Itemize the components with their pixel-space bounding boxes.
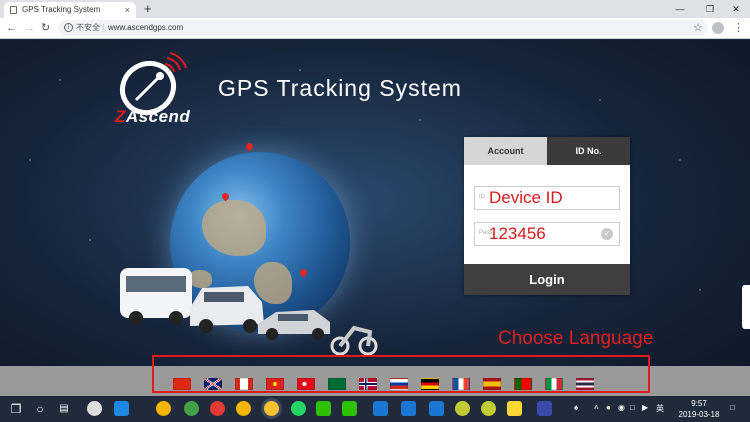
norway-flag[interactable]	[359, 378, 377, 390]
germany-flag[interactable]	[421, 378, 439, 390]
weibo-icon[interactable]	[210, 401, 225, 416]
notifications-icon[interactable]: □	[730, 403, 735, 412]
browser-tab-bar: GPS Tracking System × + — ❐ ✕	[0, 0, 750, 18]
password-input[interactable]: Pass 123456 ✓	[474, 222, 620, 246]
side-panel-tab[interactable]	[742, 285, 750, 329]
url-separator: |	[102, 23, 105, 32]
close-window-button[interactable]: ✕	[722, 0, 750, 18]
wechat-icon[interactable]	[342, 401, 357, 416]
forward-icon[interactable]: →	[24, 20, 35, 36]
restore-button[interactable]: ❐	[696, 0, 724, 18]
thailand-flag[interactable]	[576, 378, 594, 390]
app-icon[interactable]	[401, 401, 416, 416]
italy-flag[interactable]	[545, 378, 563, 390]
login-page: ZAscend GPS Tracking System Account ID N…	[0, 40, 750, 396]
display-icon[interactable]: □	[630, 403, 635, 412]
app-icon[interactable]	[429, 401, 444, 416]
windows-start-icon[interactable]: ❐	[4, 396, 28, 422]
insecure-label: 不安全	[76, 23, 100, 32]
new-tab-button[interactable]: +	[144, 1, 152, 17]
page-icon	[10, 6, 17, 14]
tray-chevron-icon[interactable]: ˄	[594, 403, 599, 412]
browser-menu-icon[interactable]: ⋮	[733, 20, 744, 36]
whatsapp-icon[interactable]	[291, 401, 306, 416]
china-flag[interactable]	[173, 378, 191, 390]
russia-flag[interactable]	[390, 378, 408, 390]
tab-close-icon[interactable]: ×	[125, 2, 130, 18]
device-id-input[interactable]: ID Device ID	[474, 186, 620, 210]
browser-app-icon[interactable]	[184, 401, 199, 416]
turkey-flag[interactable]	[297, 378, 315, 390]
device-id-placeholder: ID	[479, 194, 485, 200]
brand-logo-text: ZAscend	[115, 107, 191, 126]
volume-icon[interactable]: ▶	[642, 403, 648, 412]
app-icon[interactable]	[455, 401, 470, 416]
task-view-icon[interactable]: ▤	[52, 396, 76, 422]
device-id-annotation: Device ID	[489, 188, 563, 207]
folder-icon[interactable]	[507, 401, 522, 416]
france-flag[interactable]	[452, 378, 470, 390]
page-title: GPS Tracking System	[218, 75, 462, 101]
app-icon[interactable]	[373, 401, 388, 416]
password-annotation: 123456	[489, 224, 546, 243]
tab-title: GPS Tracking System	[22, 5, 101, 14]
search-icon[interactable]: ○	[28, 396, 52, 422]
url-field[interactable]: i 不安全 | www.ascendgps.com	[58, 20, 708, 36]
url-text[interactable]: www.ascendgps.com	[108, 20, 183, 36]
wechat-icon[interactable]	[316, 401, 331, 416]
profile-avatar[interactable]	[712, 22, 724, 34]
browser-tab[interactable]: GPS Tracking System ×	[4, 2, 136, 18]
minimize-button[interactable]: —	[666, 0, 694, 18]
login-button[interactable]: Login	[464, 264, 630, 295]
bookmark-star-icon[interactable]: ☆	[693, 20, 703, 36]
chrome-icon[interactable]	[156, 401, 171, 416]
canada-flag[interactable]	[235, 378, 253, 390]
vehicles-illustration	[120, 268, 378, 356]
info-icon[interactable]: i	[64, 23, 73, 32]
app-icon[interactable]	[87, 401, 102, 416]
vietnam-flag[interactable]	[266, 378, 284, 390]
ime-indicator[interactable]: 英	[656, 403, 664, 414]
clock-time: 9:57	[691, 399, 707, 408]
windows-taskbar: ❐ ○ ▤ ♠ ˄ ● ◉ □ ▶ 英 9:57 2019-03-18 □	[0, 396, 750, 422]
wifi-icon[interactable]: ◉	[618, 403, 625, 412]
clock-date: 2019-03-18	[678, 410, 720, 419]
chrome-active-icon[interactable]	[264, 401, 279, 416]
check-icon: ✓	[601, 228, 613, 240]
tab-id-no[interactable]: ID No.	[547, 137, 630, 165]
app-icon[interactable]	[537, 401, 552, 416]
chrome-icon[interactable]	[236, 401, 251, 416]
system-clock[interactable]: 9:57 2019-03-18	[677, 398, 721, 420]
tab-account[interactable]: Account	[464, 137, 547, 165]
back-icon[interactable]: ←	[6, 20, 17, 36]
edge-icon[interactable]	[114, 401, 129, 416]
address-bar: ← → ↻ i 不安全 | www.ascendgps.com ☆ ⋮	[0, 18, 750, 39]
saudi-flag[interactable]	[328, 378, 346, 390]
app-tray-icon[interactable]: ●	[606, 403, 611, 412]
spain-flag[interactable]	[483, 378, 501, 390]
people-icon[interactable]: ♠	[574, 403, 578, 412]
app-icon[interactable]	[481, 401, 496, 416]
uk-flag[interactable]	[204, 378, 222, 390]
portugal-flag[interactable]	[514, 378, 532, 390]
choose-language-label: Choose Language	[498, 328, 654, 349]
reload-icon[interactable]: ↻	[41, 20, 50, 36]
login-panel: Account ID No. ID Device ID Pass 123456 …	[464, 137, 630, 295]
